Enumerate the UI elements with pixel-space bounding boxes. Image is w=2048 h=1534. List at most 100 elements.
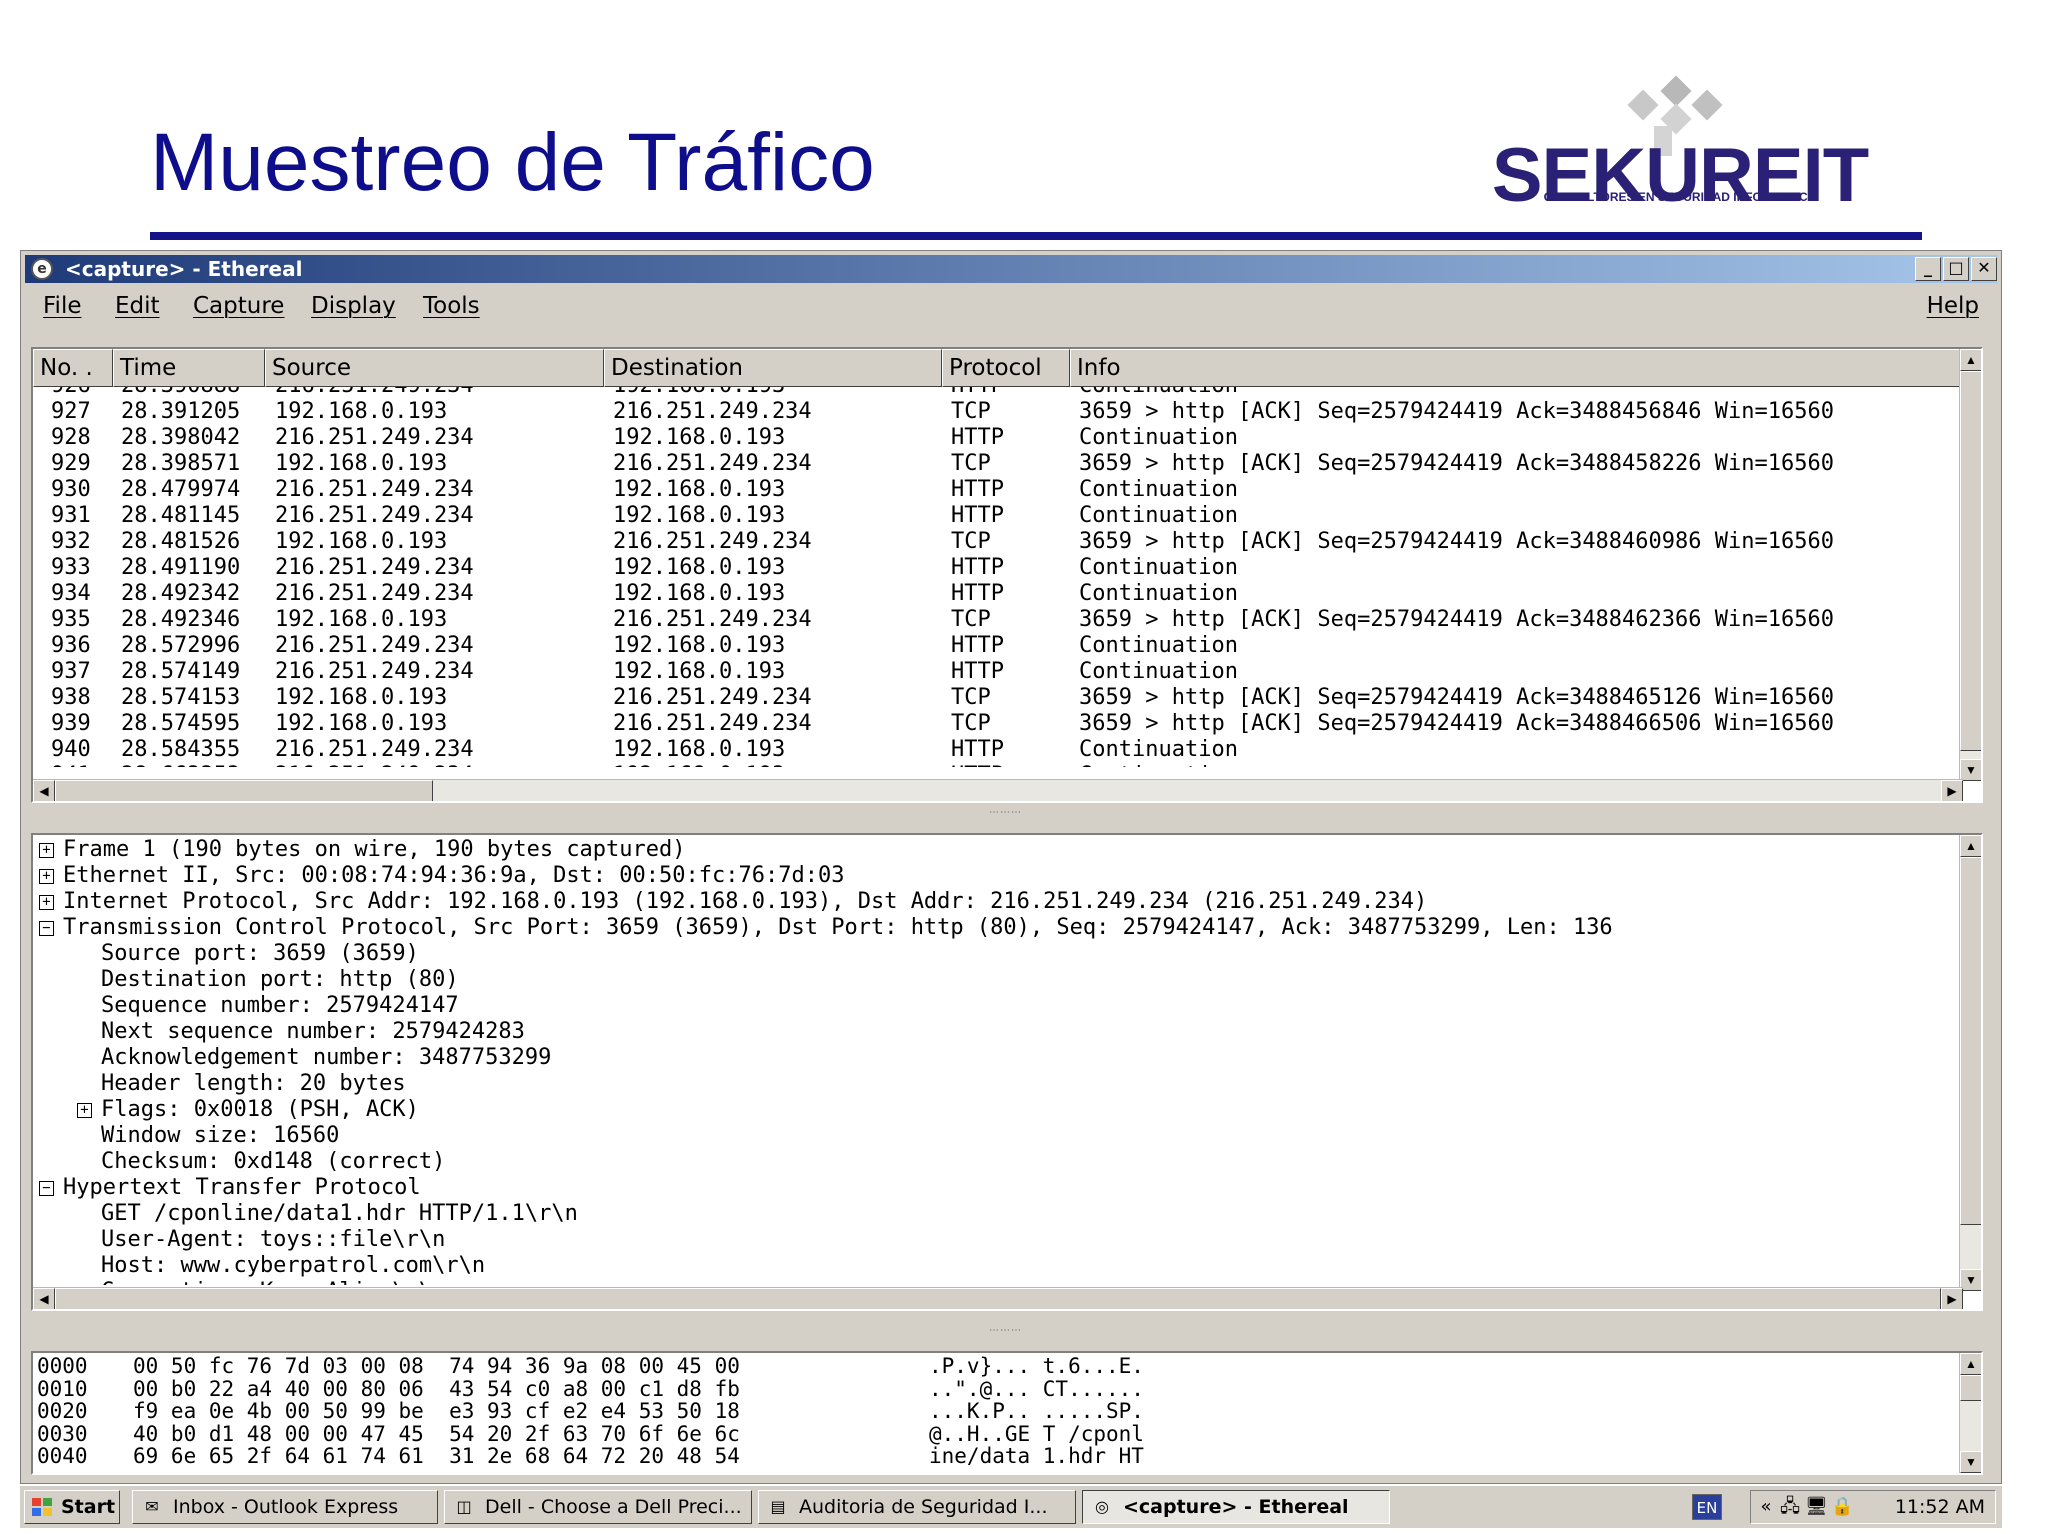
packet-row[interactable]: 931 28.481145 216.251.249.234 192.168.0.193…	[33, 503, 1963, 529]
packet-row[interactable]: 928 28.398042 216.251.249.234 192.168.0.193…	[33, 425, 1963, 451]
collapse-minus-icon[interactable]: −	[39, 1181, 54, 1196]
packet-row[interactable]: 929 28.398571 192.168.0.193 216.251.249.234…	[33, 451, 1963, 477]
cell-info: Continuation	[1079, 659, 1238, 684]
menu-edit[interactable]: Edit	[115, 293, 160, 319]
computer-icon[interactable]: 🖥	[1805, 1496, 1828, 1518]
hex-dump-pane[interactable]: 0000 00 50 fc 76 7d 03 00 08 74 94 36 9a …	[31, 1351, 1983, 1475]
detail-text: Frame 1 (190 bytes on wire, 190 bytes ca…	[63, 837, 686, 862]
close-button[interactable]: ✕	[1971, 257, 1997, 281]
language-indicator[interactable]: EN	[1692, 1494, 1722, 1520]
menu-capture[interactable]: Capture	[193, 293, 284, 319]
hex-offset: 0020	[37, 1399, 88, 1424]
menu-tools[interactable]: Tools	[423, 293, 480, 319]
scroll-up-arrow-icon[interactable]: ▲	[1960, 349, 1981, 371]
scroll-down-arrow-icon[interactable]: ▼	[1960, 1451, 1981, 1473]
scroll-left-arrow-icon[interactable]: ◀	[33, 780, 55, 801]
cell-time: 28.479974	[121, 477, 241, 502]
menu-bar: File Edit Capture Display Tools Help	[25, 287, 1997, 327]
task-dell-browser[interactable]: ◫ Dell - Choose a Dell Preci...	[444, 1490, 752, 1524]
packet-row[interactable]: 939 28.574595 192.168.0.193 216.251.249.234…	[33, 711, 1963, 737]
tray-expand-icon[interactable]: «	[1755, 1496, 1777, 1518]
packet-row[interactable]: 940 28.584355 216.251.249.234 192.168.0.193…	[33, 737, 1963, 763]
packet-row[interactable]: 933 28.491190 216.251.249.234 192.168.0.193…	[33, 555, 1963, 581]
expand-plus-icon[interactable]: +	[39, 843, 54, 858]
packet-row[interactable]: 926 28.390888 216.251.249.234 192.168.0.193…	[33, 387, 1963, 399]
packet-row[interactable]: 932 28.481526 192.168.0.193 216.251.249.234…	[33, 529, 1963, 555]
pane-splitter-grip[interactable]: ⋯⋯⋯	[989, 808, 1022, 818]
network-icon[interactable]: 🖧	[1779, 1496, 1801, 1518]
collapse-minus-icon[interactable]: −	[39, 921, 54, 936]
column-header-time[interactable]: Time	[113, 349, 265, 387]
hex-offset: 0040	[37, 1444, 88, 1469]
scroll-down-arrow-icon[interactable]: ▼	[1960, 1269, 1981, 1291]
cell-time: 28.574149	[121, 659, 241, 684]
scroll-thumb[interactable]	[1960, 1375, 1981, 1401]
scroll-right-arrow-icon[interactable]: ▶	[1941, 1288, 1963, 1309]
details-hscroll[interactable]: ◀ ▶	[33, 1287, 1963, 1309]
pane-splitter-grip[interactable]: ⋯⋯⋯	[989, 1326, 1022, 1336]
hex-vscroll[interactable]: ▲ ▼	[1959, 1353, 1981, 1473]
menu-file[interactable]: File	[43, 293, 82, 319]
scroll-thumb[interactable]	[1960, 371, 1981, 751]
packet-row[interactable]: 938 28.574153 192.168.0.193 216.251.249.234…	[33, 685, 1963, 711]
menu-help[interactable]: Help	[1927, 293, 1979, 319]
column-header-no[interactable]: No. .	[33, 349, 113, 387]
packet-list-pane[interactable]: No. . Time Source Destination Protocol I…	[31, 347, 1983, 803]
packet-row[interactable]: 930 28.479974 216.251.249.234 192.168.0.193…	[33, 477, 1963, 503]
cell-no: 928	[51, 425, 91, 450]
packet-row[interactable]: 937 28.574149 216.251.249.234 192.168.0.193…	[33, 659, 1963, 685]
expand-plus-icon[interactable]: +	[77, 1103, 92, 1118]
packet-details-pane[interactable]: + Frame 1 (190 bytes on wire, 190 bytes c…	[31, 833, 1983, 1311]
scroll-up-arrow-icon[interactable]: ▲	[1960, 835, 1981, 857]
cell-source: 216.251.249.234	[275, 737, 474, 762]
packet-row[interactable]: 935 28.492346 192.168.0.193 216.251.249.234…	[33, 607, 1963, 633]
cell-time: 28.481526	[121, 529, 241, 554]
packet-row[interactable]: 941 28.663353 216.251.249.234 192.168.0.193…	[33, 763, 1963, 767]
scroll-up-arrow-icon[interactable]: ▲	[1960, 1353, 1981, 1375]
scroll-thumb[interactable]	[1960, 857, 1981, 1225]
maximize-button[interactable]: □	[1943, 257, 1969, 281]
expand-plus-icon[interactable]: +	[39, 869, 54, 884]
ethereal-window: e <capture> - Ethereal _ □ ✕ File Edit C…	[20, 250, 2002, 1484]
packet-list-hscroll[interactable]: ◀ ▶	[33, 779, 1963, 801]
hex-ascii: ...K.P.. .....SP.	[929, 1399, 1144, 1424]
cell-no: 926	[51, 387, 91, 399]
cell-source: 216.251.249.234	[275, 659, 474, 684]
task-auditoria-document[interactable]: ▤ Auditoria de Seguridad I...	[758, 1490, 1076, 1524]
packet-row[interactable]: 934 28.492342 216.251.249.234 192.168.0.193…	[33, 581, 1963, 607]
packet-row[interactable]: 936 28.572996 216.251.249.234 192.168.0.193…	[33, 633, 1963, 659]
column-header-destination[interactable]: Destination	[604, 349, 942, 387]
start-button[interactable]: Start	[24, 1490, 120, 1524]
scroll-down-arrow-icon[interactable]: ▼	[1960, 759, 1981, 781]
window-titlebar[interactable]: e <capture> - Ethereal _ □ ✕	[25, 255, 1997, 283]
cell-destination: 216.251.249.234	[613, 711, 812, 736]
cell-source: 192.168.0.193	[275, 711, 448, 736]
cell-info: Continuation	[1079, 477, 1238, 502]
cell-time: 28.574595	[121, 711, 241, 736]
task-outlook-express[interactable]: ✉ Inbox - Outlook Express	[132, 1490, 438, 1524]
cell-no: 933	[51, 555, 91, 580]
scroll-left-arrow-icon[interactable]: ◀	[33, 1288, 55, 1309]
details-vscroll[interactable]: ▲ ▼	[1959, 835, 1981, 1291]
minimize-button[interactable]: _	[1915, 257, 1941, 281]
cell-protocol: TCP	[951, 711, 991, 736]
cell-time: 28.398571	[121, 451, 241, 476]
cell-destination: 192.168.0.193	[613, 737, 786, 762]
hscroll-thumb[interactable]	[55, 780, 433, 801]
expand-plus-icon[interactable]: +	[39, 895, 54, 910]
packet-list-vscroll[interactable]: ▲ ▼	[1959, 349, 1981, 781]
cell-source: 216.251.249.234	[275, 763, 474, 767]
cell-info: Continuation	[1079, 633, 1238, 658]
cell-info: 3659 > http [ACK] Seq=2579424419 Ack=348…	[1079, 685, 1834, 710]
column-header-protocol[interactable]: Protocol	[942, 349, 1070, 387]
lock-icon[interactable]: 🔒	[1831, 1496, 1853, 1518]
hscroll-thumb[interactable]	[55, 1288, 1941, 1309]
column-header-source[interactable]: Source	[265, 349, 604, 387]
scroll-right-arrow-icon[interactable]: ▶	[1941, 780, 1963, 801]
packet-row[interactable]: 927 28.391205 192.168.0.193 216.251.249.234…	[33, 399, 1963, 425]
menu-display[interactable]: Display	[311, 293, 396, 319]
cell-info: 3659 > http [ACK] Seq=2579424419 Ack=348…	[1079, 451, 1834, 476]
column-header-info[interactable]: Info	[1070, 349, 1963, 387]
cell-destination: 192.168.0.193	[613, 581, 786, 606]
task-ethereal[interactable]: ◎ <capture> - Ethereal	[1082, 1490, 1390, 1524]
